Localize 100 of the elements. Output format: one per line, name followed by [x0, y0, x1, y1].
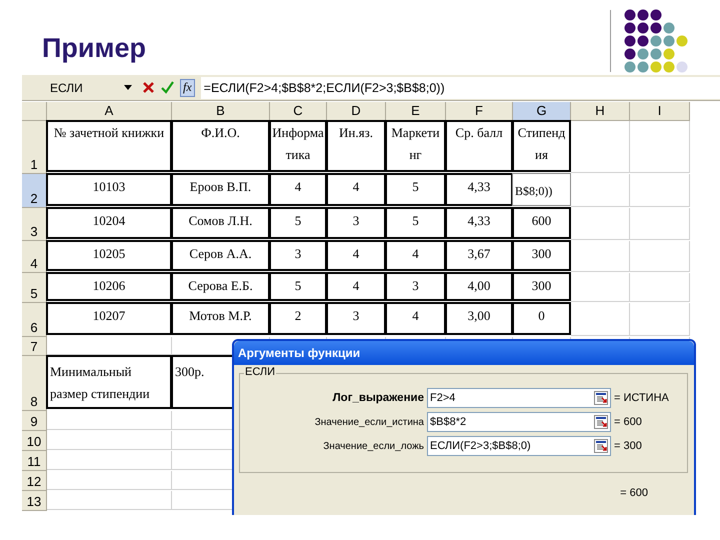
table-cell: 2	[269, 302, 327, 335]
table-cell: Мотов М.Р.	[171, 302, 270, 335]
row-header[interactable]: 8	[22, 356, 47, 411]
table-cell: 3	[326, 207, 386, 239]
column-header[interactable]: C	[270, 102, 327, 121]
table-cell: Стипендия	[512, 120, 571, 172]
argument-result: = 300	[614, 440, 642, 452]
empty-cell	[571, 208, 630, 240]
empty-cell	[630, 303, 690, 336]
column-header[interactable]: F	[446, 102, 513, 121]
table-cell: 300	[512, 272, 571, 301]
name-box-text: ЕСЛИ	[50, 80, 83, 94]
column-header[interactable]: B	[172, 102, 270, 121]
collapse-dialog-icon[interactable]	[594, 439, 608, 453]
row-header[interactable]: 13	[22, 491, 47, 511]
table-cell: Информатика	[269, 120, 327, 172]
table-cell: 3	[326, 302, 386, 335]
table-cell: Ин.яз.	[326, 120, 386, 172]
row-header[interactable]: 5	[22, 273, 47, 303]
cancel-icon[interactable]	[142, 81, 155, 94]
table-cell: № зачетной книжки	[46, 120, 172, 172]
table-cell: 10103	[46, 173, 172, 206]
argument-value: F2>4	[430, 392, 456, 404]
argument-label: Значение_если_ложь	[322, 440, 424, 452]
table-cell: 5	[385, 207, 446, 239]
formula-field[interactable]: =ЕСЛИ(F2>4;$B$8*2;ЕСЛИ(F2>3;$B$8;0))	[200, 76, 720, 98]
dialog-title: Аргументы функции	[234, 341, 694, 365]
check-icon[interactable]	[161, 81, 174, 94]
function-result: = 600	[619, 486, 649, 499]
column-header[interactable]: G	[513, 102, 571, 121]
table-cell: Ф.И.О.	[171, 120, 270, 172]
table-cell: 0	[512, 302, 571, 335]
argument-label: Значение_если_истина	[314, 416, 424, 428]
empty-cell	[571, 303, 630, 336]
empty-cell	[630, 121, 690, 173]
row-header[interactable]: 4	[22, 241, 47, 273]
collapse-dialog-icon[interactable]	[594, 391, 608, 405]
table-cell: 4	[385, 302, 446, 335]
table-cell: 4	[269, 173, 327, 206]
row-header[interactable]: 12	[22, 471, 47, 491]
table-cell: 5	[385, 173, 446, 206]
empty-cell	[630, 241, 690, 272]
table-cell: 10204	[46, 207, 172, 239]
row-header[interactable]: 9	[22, 411, 47, 431]
table-cell: 4	[326, 173, 386, 206]
empty-cell	[630, 174, 690, 207]
column-header[interactable]: H	[571, 102, 630, 121]
slide-title: Пример	[42, 33, 146, 64]
group-label: ЕСЛИ	[244, 366, 276, 378]
name-box[interactable]: ЕСЛИ	[22, 80, 136, 94]
table-cell: 4	[385, 240, 446, 271]
argument-field[interactable]: $B$8*2	[427, 412, 611, 432]
table-cell: Маркетинг	[385, 120, 446, 172]
table-cell: 4	[326, 240, 386, 271]
empty-cell	[571, 174, 630, 207]
table-cell: 300	[512, 240, 571, 271]
empty-cell	[571, 241, 630, 272]
row-header[interactable]: 10	[22, 431, 47, 451]
column-header[interactable]: D	[327, 102, 386, 121]
row-header[interactable]: 1	[22, 121, 47, 174]
empty-cell	[571, 121, 630, 173]
empty-cell	[630, 208, 690, 240]
insert-function-button[interactable]: fx	[180, 78, 195, 96]
table-cell: 10206	[46, 272, 172, 301]
table-cell: 3,00	[445, 302, 513, 335]
row-header[interactable]: 6	[22, 303, 47, 337]
table-cell: 3,67	[445, 240, 513, 271]
argument-result: = 600	[614, 416, 642, 428]
table-cell: 3	[385, 272, 446, 301]
table-cell: Сомов Л.Н.	[171, 207, 270, 239]
table-cell: 10205	[46, 240, 172, 271]
table-cell: 10207	[46, 302, 172, 335]
collapse-dialog-icon[interactable]	[594, 415, 608, 429]
argument-label: Лог_выражение	[332, 392, 424, 404]
table-cell: 4,33	[445, 173, 513, 206]
argument-field[interactable]: ЕСЛИ(F2>3;$B$8;0)	[427, 436, 611, 456]
column-header[interactable]: E	[386, 102, 446, 121]
table-cell: 4,33	[445, 207, 513, 239]
argument-field[interactable]: F2>4	[427, 388, 611, 408]
caret-icon[interactable]	[124, 85, 132, 90]
table-cell: 600	[512, 207, 571, 239]
empty-cell	[630, 273, 690, 302]
table-cell: 5	[269, 272, 327, 301]
table-cell: 3	[269, 240, 327, 271]
column-header[interactable]: A	[47, 102, 172, 121]
empty-cell	[571, 273, 630, 302]
table-cell: Ероов В.П.	[171, 173, 270, 206]
row-header[interactable]: 2	[22, 174, 47, 208]
table-cell: Серов А.А.	[171, 240, 270, 271]
argument-result: = ИСТИНА	[614, 392, 669, 404]
argument-value: $B$8*2	[430, 416, 466, 428]
row-header[interactable]: 11	[22, 451, 47, 471]
row-header[interactable]: 7	[22, 337, 47, 356]
argument-value: ЕСЛИ(F2>3;$B$8;0)	[430, 440, 531, 452]
column-header[interactable]: I	[630, 102, 690, 121]
table-cell: Минимальный размер стипендии	[46, 355, 172, 409]
cell-editor[interactable]: B$8;0))	[512, 173, 571, 206]
row-header[interactable]: 3	[22, 208, 47, 241]
table-cell: Серова Е.Б.	[171, 272, 270, 301]
table-cell: 5	[269, 207, 327, 239]
